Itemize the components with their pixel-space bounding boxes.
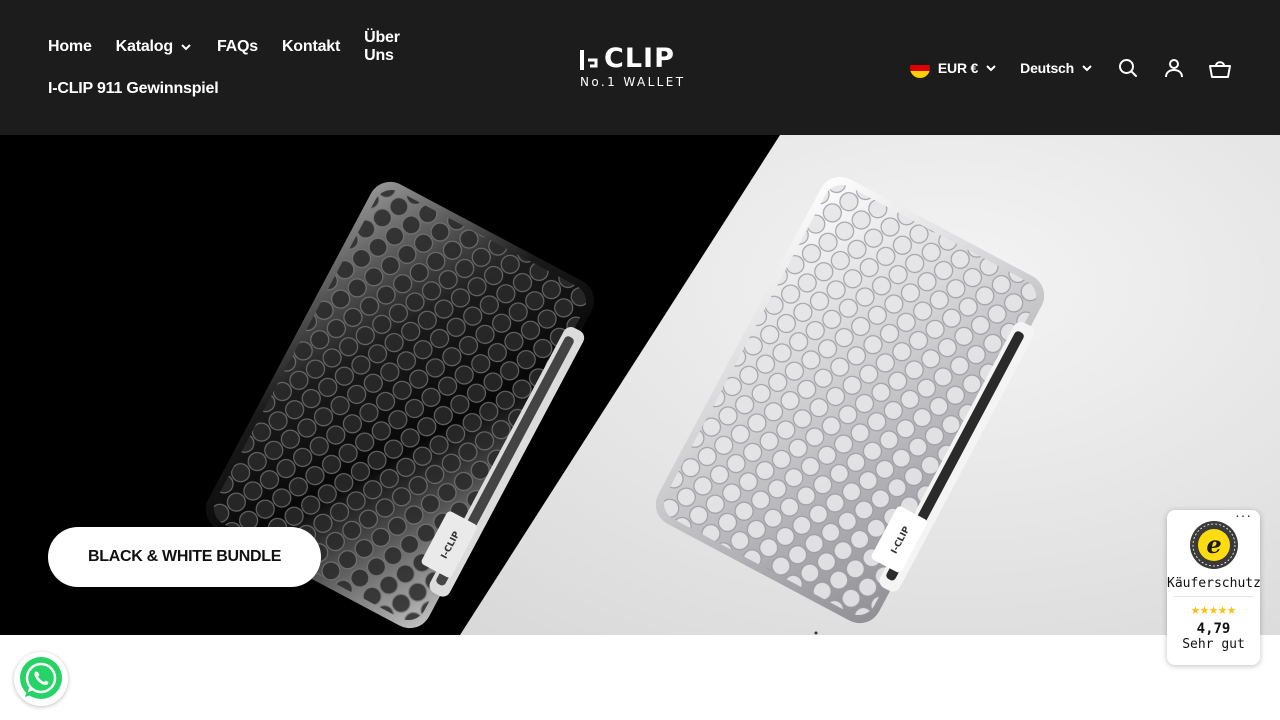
- logo-text: CLIP: [604, 43, 675, 74]
- bundle-cta-label: BLACK & WHITE BUNDLE: [88, 548, 282, 565]
- nav-link-label: FAQs: [216, 38, 258, 55]
- chevron-down-icon: [1080, 61, 1094, 75]
- nav-link-katalog[interactable]: Katalog: [116, 38, 193, 56]
- rating-stars: ★★★★★: [1190, 600, 1237, 618]
- chevron-down-icon: [179, 40, 193, 54]
- trusted-shops-seal-icon: e: [1189, 521, 1238, 569]
- nav-link-label: Kontakt: [281, 38, 341, 55]
- bundle-cta-button[interactable]: BLACK & WHITE BUNDLE: [48, 527, 322, 587]
- currency-selector[interactable]: EUR €: [909, 58, 998, 78]
- chevron-down-icon: [984, 61, 998, 75]
- nav-link-ueber-uns[interactable]: Über Uns: [364, 29, 424, 65]
- trusted-shops-badge[interactable]: ··· e Käuferschutz ★★★★★ 4,79 Sehr gut: [1167, 510, 1261, 665]
- search-icon[interactable]: [1116, 56, 1140, 80]
- hero-banner[interactable]: I-CLIP I-CLIP BLACK & WHITE BUNDLE: [0, 135, 1280, 635]
- germany-flag-icon: [909, 58, 930, 78]
- whatsapp-icon: [20, 657, 62, 699]
- site-header: Home Katalog FAQs Kontakt Über Uns I-CLI…: [0, 0, 1280, 135]
- nav-link-faqs[interactable]: FAQs: [217, 38, 258, 56]
- account-icon[interactable]: [1162, 56, 1186, 80]
- whatsapp-chat-button[interactable]: [14, 652, 68, 706]
- main-nav: Home Katalog FAQs Kontakt Über Uns I-CLI…: [48, 29, 448, 102]
- nav-link-label: Katalog: [115, 38, 173, 55]
- nav-link-label: I-CLIP 911 Gewinnspiel: [48, 80, 219, 97]
- nav-link-home[interactable]: Home: [48, 38, 92, 56]
- language-label: Deutsch: [1020, 60, 1074, 76]
- slider-indicator[interactable]: [810, 631, 822, 635]
- nav-row-1: Home Katalog FAQs Kontakt Über Uns: [48, 29, 448, 64]
- header-tools: EUR € Deutsch: [909, 56, 1232, 80]
- nav-link-kontakt[interactable]: Kontakt: [282, 38, 340, 56]
- brand-logo[interactable]: CLIP No.1 WALLET: [578, 45, 702, 91]
- logo-wordmark: CLIP: [578, 45, 702, 72]
- rating-grade: Sehr gut: [1182, 637, 1245, 652]
- divider: [1173, 596, 1254, 597]
- rating-score: 4,79: [1196, 621, 1231, 637]
- nav-link-label: Home: [48, 38, 92, 55]
- nav-link-gewinnspiel[interactable]: I-CLIP 911 Gewinnspiel: [48, 80, 219, 98]
- more-options-icon[interactable]: ···: [1234, 510, 1252, 523]
- language-selector[interactable]: Deutsch: [1020, 60, 1094, 76]
- currency-label: EUR €: [937, 60, 979, 76]
- logo-mark-icon: [580, 50, 598, 70]
- cart-icon[interactable]: [1208, 56, 1232, 80]
- logo-tagline: No.1 WALLET: [580, 75, 686, 89]
- buyer-protection-label: Käuferschutz: [1167, 576, 1261, 591]
- nav-row-2: I-CLIP 911 Gewinnspiel: [48, 76, 448, 102]
- nav-link-label: Über Uns: [364, 29, 400, 64]
- seal-letter: e: [1206, 530, 1221, 559]
